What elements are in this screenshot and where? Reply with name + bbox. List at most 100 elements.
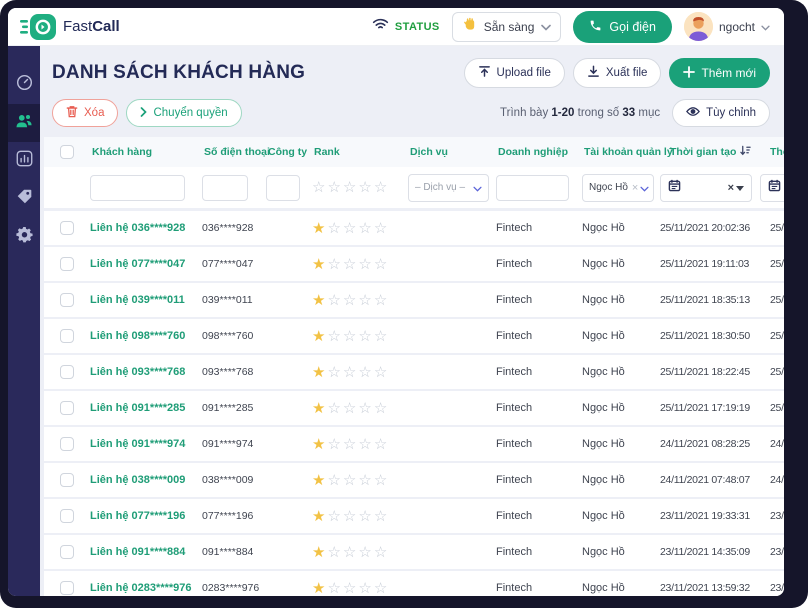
select-all-checkbox[interactable]	[60, 145, 74, 159]
manager-filter-select[interactable]: Ngọc Hồ ×	[582, 174, 654, 202]
customers-table: Khách hàng Số điện thoại Công ty Rank Dị…	[44, 137, 784, 596]
row-checkbox[interactable]	[60, 257, 74, 271]
export-file-button[interactable]: Xuất file	[573, 58, 662, 88]
availability-select[interactable]: Sẵn sàng	[452, 12, 562, 42]
service-filter-select[interactable]: – Dịch vụ –	[408, 174, 489, 202]
add-new-button[interactable]: Thêm mới	[669, 58, 770, 88]
created-cell: 25/11/2021 20:02:36	[660, 222, 760, 234]
column-header-phone[interactable]: Số điện thoại	[202, 146, 266, 158]
column-header-customer[interactable]: Khách hàng	[90, 146, 202, 158]
created-cell: 23/11/2021 14:35:09	[660, 546, 760, 558]
customer-link[interactable]: Liên hệ 0283****976	[90, 582, 192, 594]
customer-link[interactable]: Liên hệ 036****928	[90, 222, 185, 234]
updated-cell: 25/11/2021	[760, 402, 784, 414]
table-row: Liên hệ 091****884 091****884 ★☆☆☆☆ Fint…	[44, 535, 784, 571]
created-cell: 24/11/2021 07:48:07	[660, 474, 760, 486]
business-cell: Fintech	[496, 294, 582, 306]
table-row: Liên hệ 098****760 098****760 ★☆☆☆☆ Fint…	[44, 319, 784, 355]
call-button[interactable]: Gọi điện	[573, 11, 672, 43]
row-checkbox[interactable]	[60, 473, 74, 487]
call-button-label: Gọi điện	[609, 20, 656, 34]
row-checkbox[interactable]	[60, 365, 74, 379]
updated-cell: 25/11/2021	[760, 222, 784, 234]
customize-button[interactable]: Tùy chỉnh	[672, 99, 770, 127]
row-checkbox[interactable]	[60, 437, 74, 451]
business-cell: Fintech	[496, 258, 582, 270]
clear-manager-icon[interactable]: ×	[632, 182, 638, 194]
customer-link[interactable]: Liên hệ 091****884	[90, 546, 185, 558]
topbar-right: STATUS Sẵn sàng	[372, 11, 770, 43]
rank-stars: ★☆☆☆☆	[312, 327, 408, 345]
sidebar-item-customers[interactable]	[8, 104, 40, 142]
customer-link[interactable]: Liên hệ 093****768	[90, 366, 185, 378]
phone-cell: 077****047	[202, 258, 266, 270]
created-cell: 25/11/2021 18:22:45	[660, 366, 760, 378]
created-date-filter[interactable]: ×	[660, 174, 752, 202]
created-cell: 25/11/2021 19:11:03	[660, 258, 760, 270]
manager-cell: Ngọc Hồ	[582, 330, 660, 342]
column-header-created[interactable]: Thời gian tạo	[660, 145, 760, 159]
phone-filter-input[interactable]	[202, 175, 248, 201]
avatar	[684, 12, 713, 41]
topbar: FastCall STATUS	[8, 8, 784, 46]
phone-cell: 093****768	[202, 366, 266, 378]
rank-stars: ★☆☆☆☆	[312, 471, 408, 489]
column-header-manager[interactable]: Tài khoản quản lý	[582, 146, 660, 158]
customer-link[interactable]: Liên hệ 077****196	[90, 510, 185, 522]
customer-link[interactable]: Liên hệ 091****285	[90, 402, 185, 414]
column-header-rank[interactable]: Rank	[312, 146, 408, 158]
transfer-rights-button[interactable]: Chuyển quyền	[126, 99, 241, 127]
customer-link[interactable]: Liên hệ 038****009	[90, 474, 185, 486]
status-label: STATUS	[395, 21, 440, 33]
rank-filter[interactable]: ☆☆☆☆☆	[312, 178, 408, 197]
manager-filter-value: Ngọc Hồ	[589, 182, 628, 193]
customer-link[interactable]: Liên hệ 039****011	[90, 294, 185, 306]
chevron-down-icon	[473, 179, 482, 197]
row-checkbox[interactable]	[60, 509, 74, 523]
updated-cell: 25/11/2021	[760, 330, 784, 342]
row-checkbox[interactable]	[60, 221, 74, 235]
manager-cell: Ngọc Hồ	[582, 546, 660, 558]
table-row: Liên hệ 077****047 077****047 ★☆☆☆☆ Fint…	[44, 247, 784, 283]
row-checkbox[interactable]	[60, 581, 74, 595]
filter-row: ☆☆☆☆☆ – Dịch vụ – Ngọc Hồ	[44, 167, 784, 211]
customer-link[interactable]: Liên hệ 077****047	[90, 258, 185, 270]
customer-filter-input[interactable]	[90, 175, 185, 201]
customer-link[interactable]: Liên hệ 091****974	[90, 438, 185, 450]
phone-cell: 091****884	[202, 546, 266, 558]
row-checkbox[interactable]	[60, 293, 74, 307]
dropdown-arrow-icon	[736, 182, 744, 194]
updated-date-filter[interactable]	[760, 174, 784, 202]
rank-stars: ★☆☆☆☆	[312, 399, 408, 417]
column-header-business[interactable]: Doanh nghiệp	[496, 146, 582, 158]
sidebar-item-dashboard[interactable]	[8, 66, 40, 104]
column-header-company[interactable]: Công ty	[266, 146, 312, 158]
pagination-summary: Trình bày 1-20 trong số 33 mục	[500, 107, 660, 119]
updated-cell: 24/11/2021	[760, 474, 784, 486]
upload-file-button[interactable]: Upload file	[464, 58, 565, 88]
business-filter-input[interactable]	[496, 175, 569, 201]
clear-date-icon[interactable]: ×	[728, 182, 734, 194]
sidebar-item-settings[interactable]	[8, 218, 40, 256]
column-header-service[interactable]: Dịch vụ	[408, 146, 496, 158]
manager-cell: Ngọc Hồ	[582, 474, 660, 486]
row-checkbox[interactable]	[60, 401, 74, 415]
row-checkbox[interactable]	[60, 329, 74, 343]
column-header-updated[interactable]: Thời gian cập nhật	[760, 146, 784, 158]
main-content: DANH SÁCH KHÁCH HÀNG Upload file	[40, 46, 784, 596]
sidebar-item-reports[interactable]	[8, 142, 40, 180]
manager-cell: Ngọc Hồ	[582, 294, 660, 306]
sidebar-item-tags[interactable]	[8, 180, 40, 218]
customer-link[interactable]: Liên hệ 098****760	[90, 330, 185, 342]
eye-icon	[686, 106, 700, 120]
company-filter-input[interactable]	[266, 175, 300, 201]
user-menu[interactable]: ngocht	[684, 12, 770, 41]
rank-stars: ★☆☆☆☆	[312, 543, 408, 561]
delete-button[interactable]: Xóa	[52, 99, 118, 127]
export-file-label: Xuất file	[606, 67, 648, 79]
chevron-down-icon	[761, 18, 770, 36]
phone-icon	[589, 19, 602, 35]
row-checkbox[interactable]	[60, 545, 74, 559]
table-row: Liên hệ 038****009 038****009 ★☆☆☆☆ Fint…	[44, 463, 784, 499]
table-row: Liên hệ 039****011 039****011 ★☆☆☆☆ Fint…	[44, 283, 784, 319]
